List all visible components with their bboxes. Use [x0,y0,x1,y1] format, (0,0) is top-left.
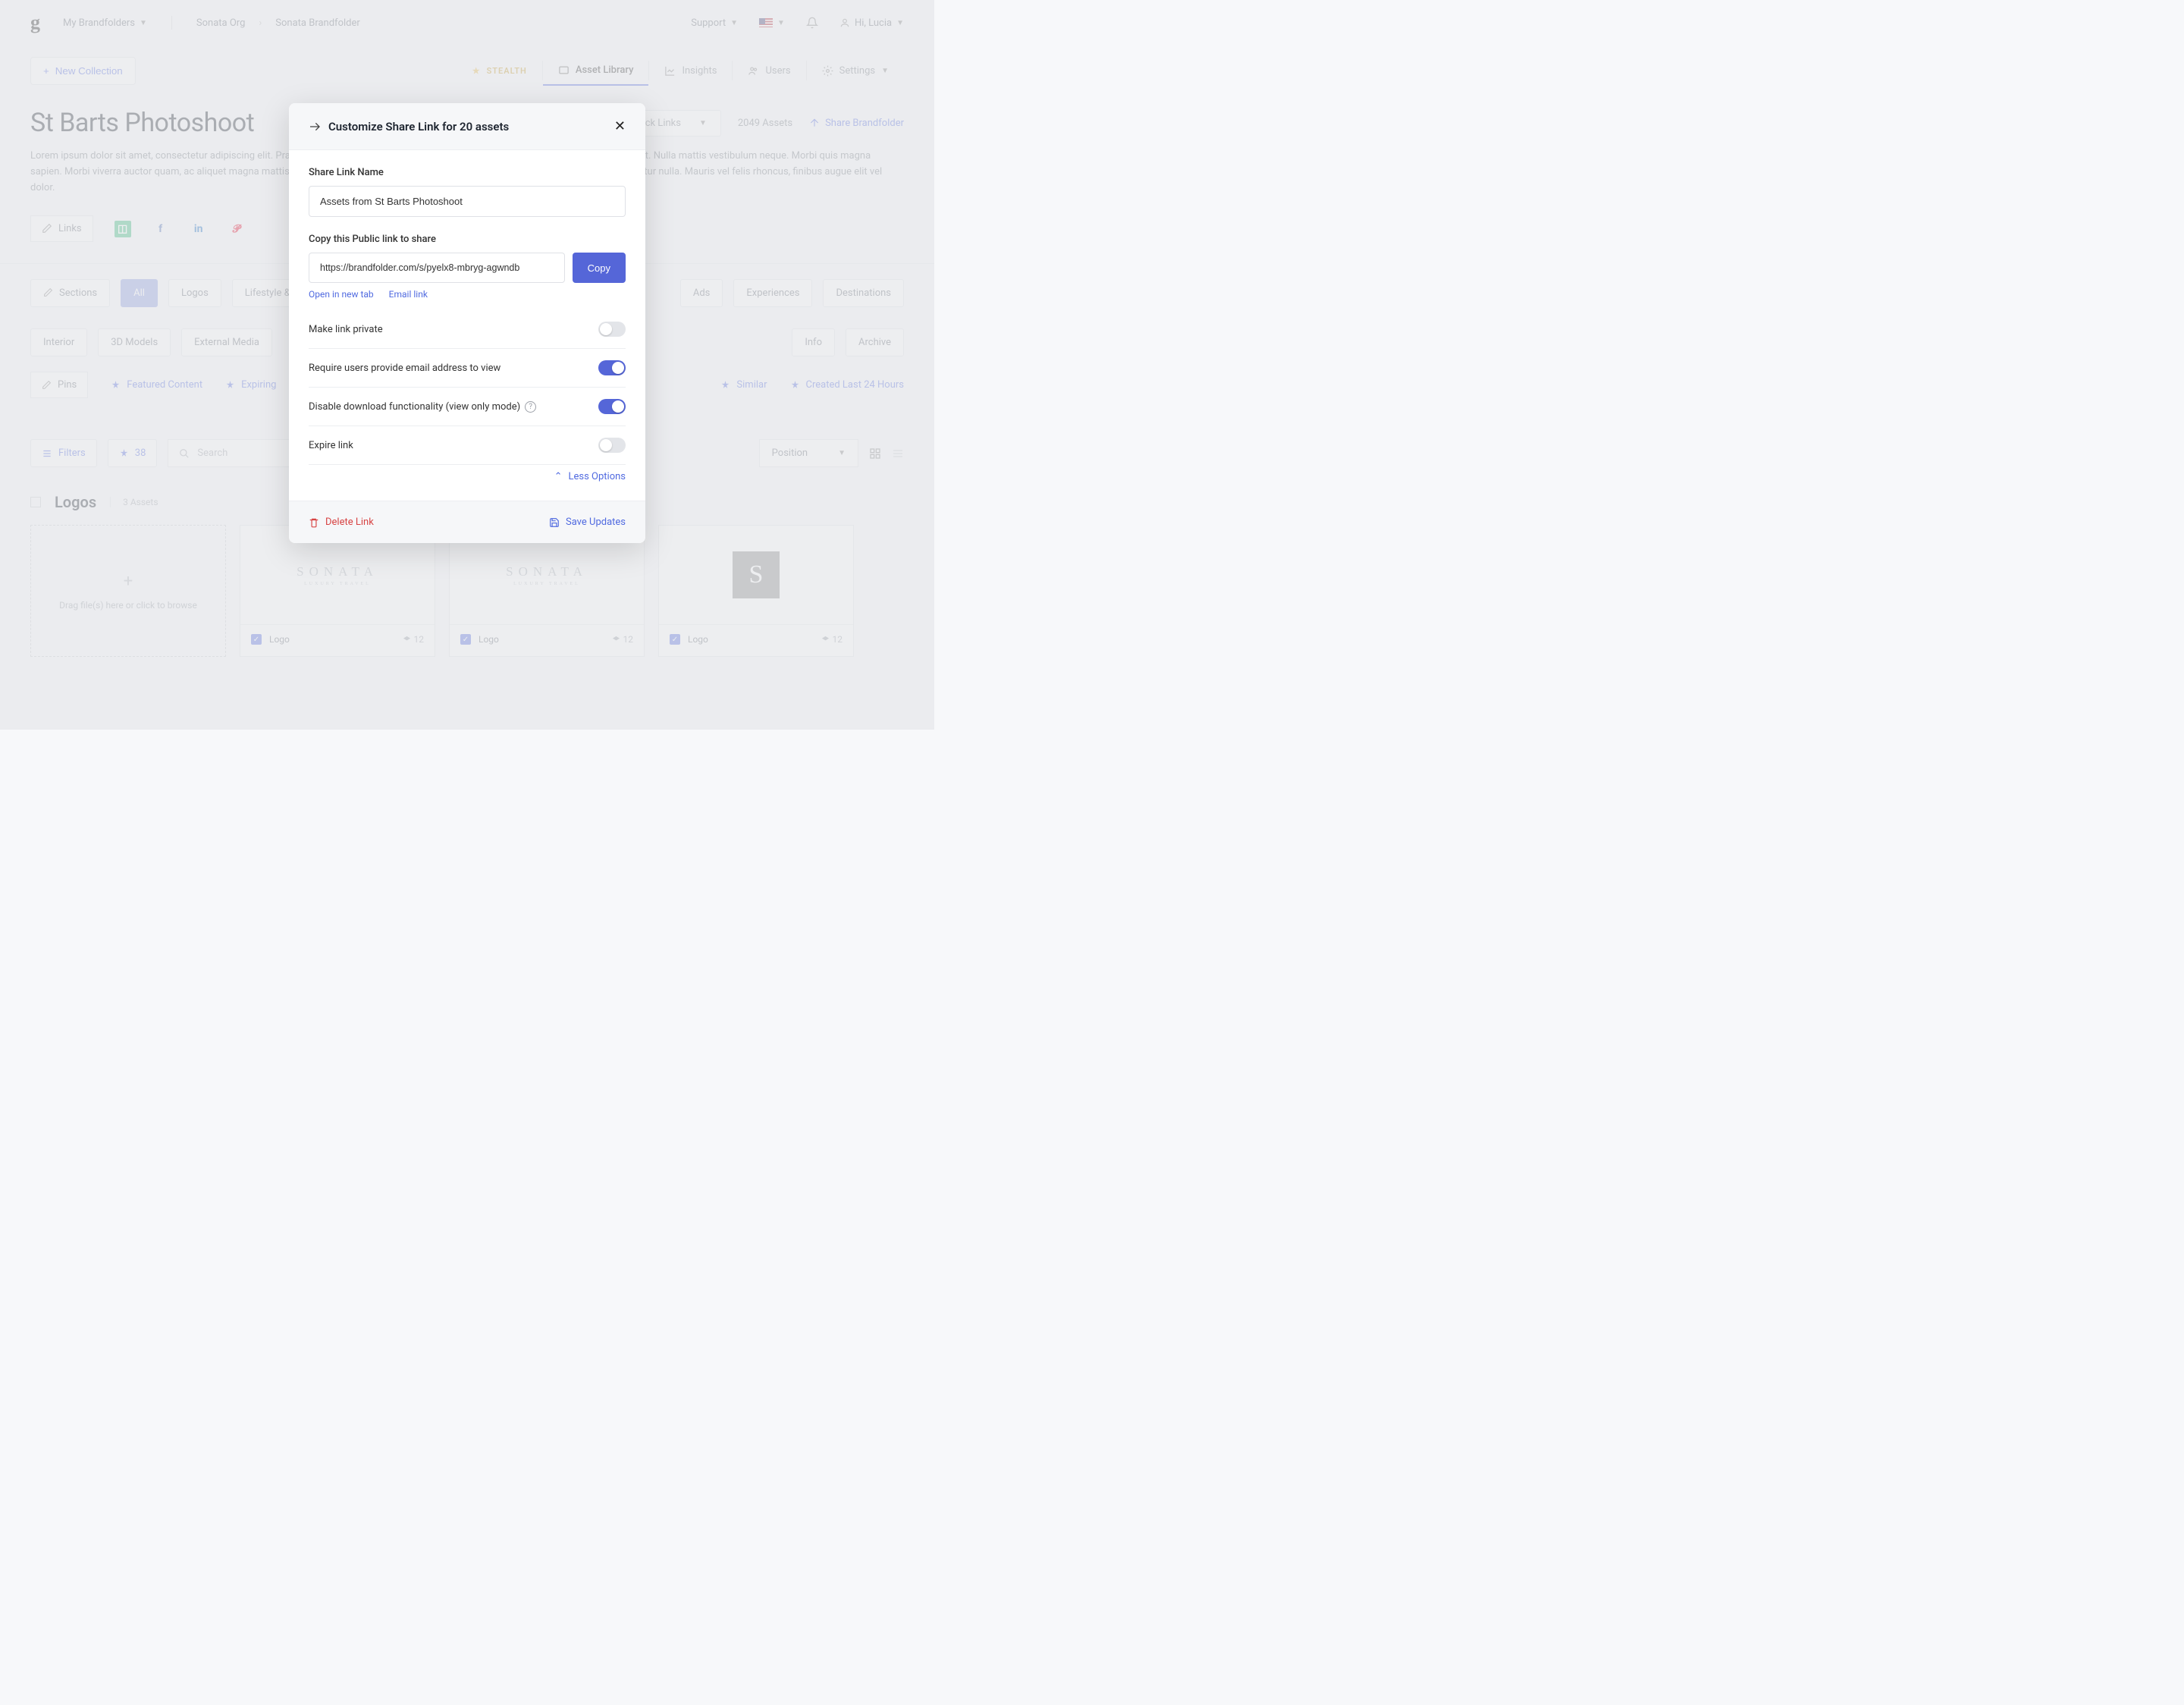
share-arrow-icon [309,121,321,133]
trash-icon [309,517,319,528]
less-options-button[interactable]: ⌃ Less Options [309,465,626,493]
help-icon[interactable]: ? [525,401,536,413]
toggle-disable-download[interactable] [598,399,626,414]
close-icon[interactable]: ✕ [614,118,626,134]
option-email-label: Require users provide email address to v… [309,363,500,374]
save-icon [549,517,560,528]
toggle-private[interactable] [598,322,626,337]
option-email-required: Require users provide email address to v… [309,349,626,388]
copy-button[interactable]: Copy [573,253,626,283]
less-options-label: Less Options [569,471,626,482]
open-new-tab-link[interactable]: Open in new tab [309,289,374,300]
share-name-label: Share Link Name [309,167,626,178]
modal-title: Customize Share Link for 20 assets [328,120,607,133]
option-private: Make link private [309,310,626,349]
share-url-input[interactable] [309,253,565,283]
toggle-expire[interactable] [598,438,626,453]
share-name-input[interactable] [309,186,626,217]
option-expire-label: Expire link [309,440,353,451]
delete-link-label: Delete Link [325,517,374,528]
option-expire: Expire link [309,426,626,465]
modal-overlay[interactable]: Customize Share Link for 20 assets ✕ Sha… [0,0,934,730]
toggle-email-required[interactable] [598,360,626,375]
option-disable-download: Disable download functionality (view onl… [309,388,626,426]
save-updates-button[interactable]: Save Updates [549,517,626,528]
share-link-modal: Customize Share Link for 20 assets ✕ Sha… [289,103,645,543]
option-private-label: Make link private [309,324,383,335]
save-updates-label: Save Updates [566,517,626,528]
delete-link-button[interactable]: Delete Link [309,517,374,528]
email-link[interactable]: Email link [389,289,428,300]
chevron-up-icon: ⌃ [554,471,563,482]
copy-link-label: Copy this Public link to share [309,234,626,245]
option-disable-dl-label: Disable download functionality (view onl… [309,401,520,413]
